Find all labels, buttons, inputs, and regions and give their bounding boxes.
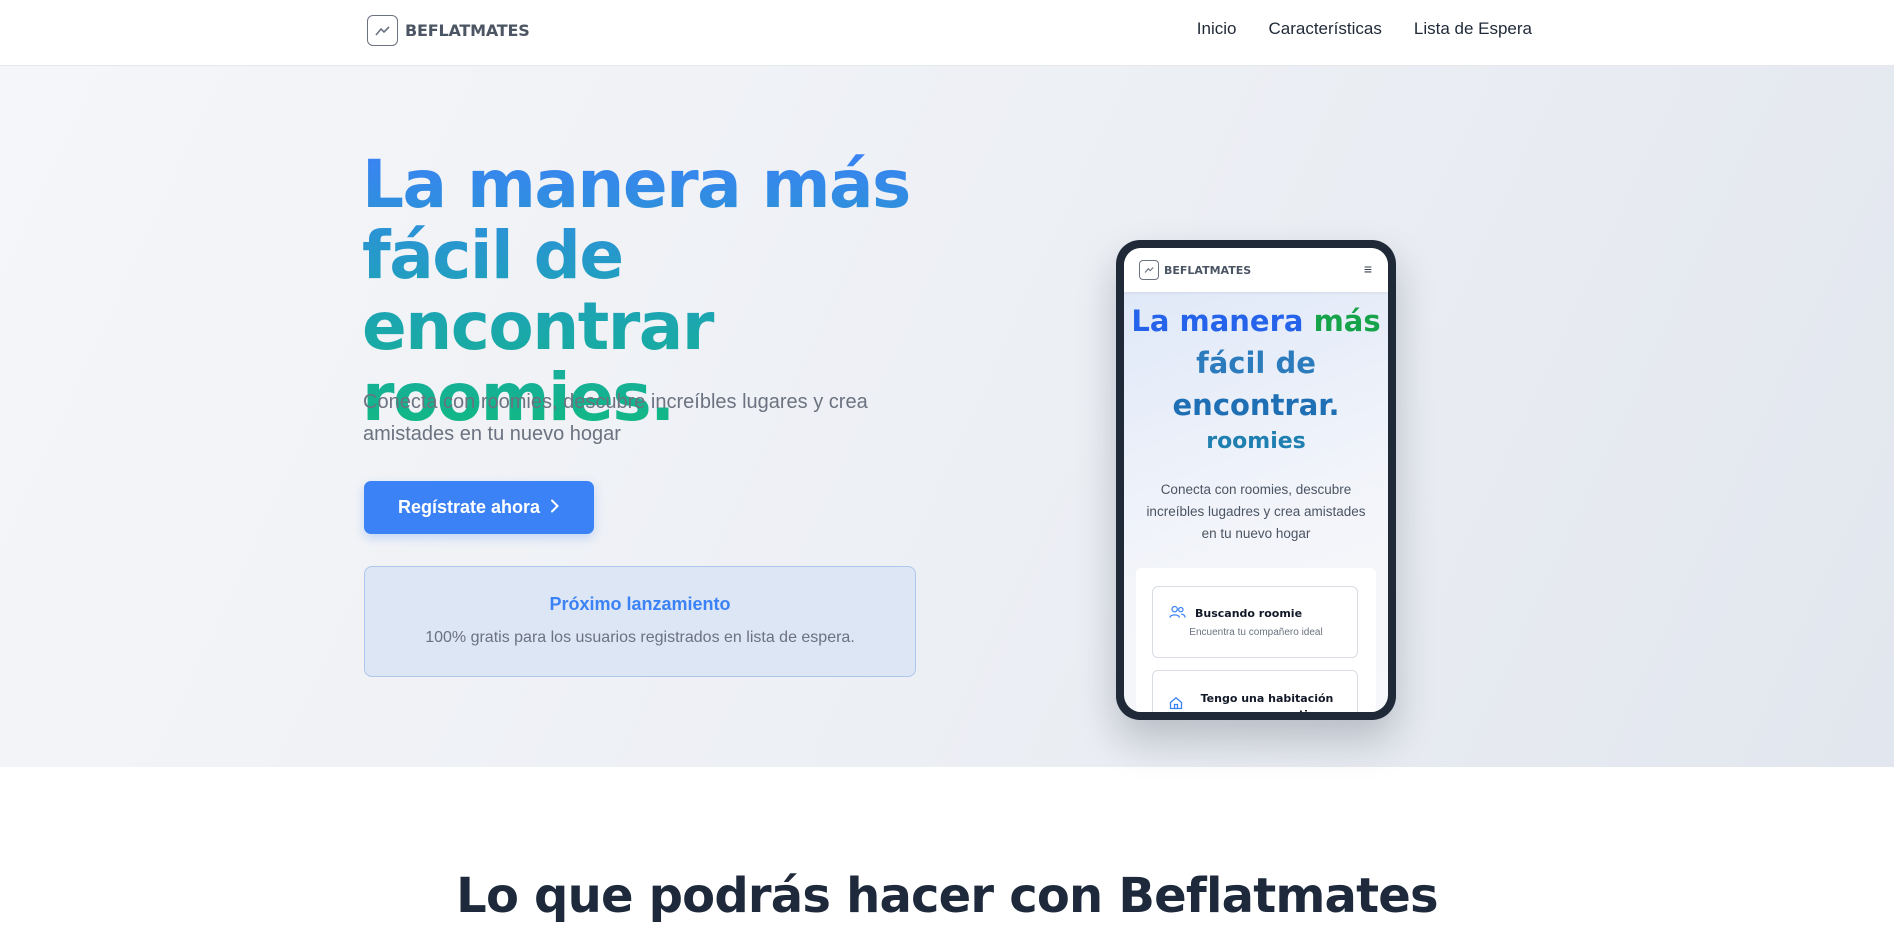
brand-name: BEFLATMATES [405,21,530,40]
option-subtitle: Encuentra tu compañero ideal [1189,627,1323,638]
nav-link-lista-espera[interactable]: Lista de Espera [1414,19,1532,39]
phone-logo-icon [1139,260,1159,280]
phone-screen: BEFLATMATES ≡ La manera más fácil de enc… [1124,248,1388,712]
launch-title: Próximo lanzamiento [549,594,731,614]
features-title: Lo que podrás hacer con Beflatmates [456,868,1438,924]
phone-brand-name: BEFLATMATES [1164,263,1252,277]
phone-title-line2: fácil de [1196,346,1316,380]
nav-link-caracteristicas[interactable]: Características [1268,19,1381,39]
top-navbar: BEFLATMATES Inicio Características Lista… [0,0,1894,66]
option-card-room-share: Tengo una habitación para compartir [1152,670,1358,712]
phone-roomies-label: roomies [1206,429,1306,454]
hamburger-menu-icon: ≡ [1363,261,1372,277]
phone-title-line1-accent: más [1313,304,1381,338]
register-button[interactable]: Regístrate ahora [364,481,594,534]
option-title: Buscando roomie [1195,607,1303,620]
phone-subtitle: Conecta con roomies, descubre increíbles… [1146,482,1366,541]
chevron-right-icon [550,497,560,518]
users-icon [1169,605,1186,624]
launch-notice: Próximo lanzamiento 100% gratis para los… [364,566,916,677]
option-card-seeking-roomie: Buscando roomie Encuentra tu compañero i… [1152,586,1358,658]
hero-section: La manera más fácil de encontrar roomies… [0,66,1894,767]
nav-link-inicio[interactable]: Inicio [1197,19,1237,39]
phone-title-line1: La manera [1131,304,1304,338]
phone-brand: BEFLATMATES [1139,260,1251,280]
phone-navbar: BEFLATMATES ≡ [1124,248,1388,292]
nav-links: Inicio Características Lista de Espera [1197,19,1532,39]
brand[interactable]: BEFLATMATES [367,15,530,46]
logo-icon [367,15,398,46]
phone-title: La manera más fácil de encontrar. [1124,300,1388,426]
phone-options-panel: Buscando roomie Encuentra tu compañero i… [1136,568,1376,712]
home-icon [1169,696,1183,712]
option-title: Tengo una habitación para compartir [1200,692,1334,712]
launch-text: 100% gratis para los usuarios registrado… [425,629,855,646]
phone-title-line3: encontrar. [1172,388,1340,422]
phone-mockup: BEFLATMATES ≡ La manera más fácil de enc… [1116,240,1396,720]
register-button-label: Regístrate ahora [397,497,541,517]
hero-subtitle: Conecta con roomies, descubre increíbles… [363,391,868,445]
